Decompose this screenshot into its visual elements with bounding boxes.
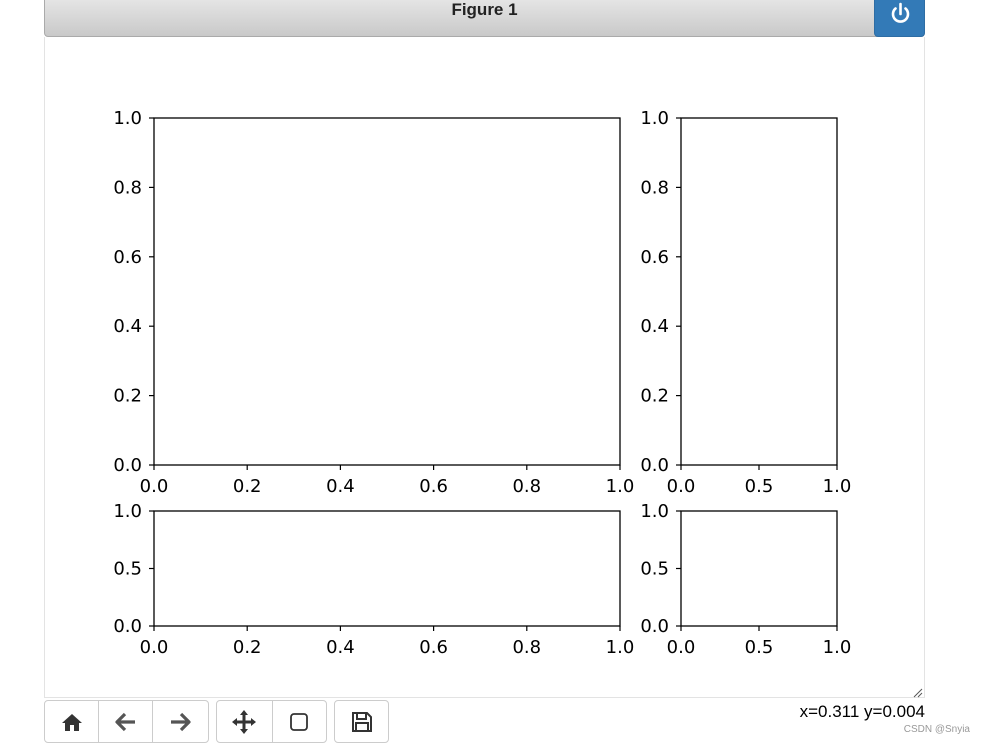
right-axes-ytick-label: 0.0 <box>640 455 669 476</box>
corner-axes-xtick-label: 0.0 <box>667 637 696 658</box>
right-axes-xtick-label: 1.0 <box>823 476 852 497</box>
move-icon <box>232 709 257 734</box>
save-icon <box>351 711 372 732</box>
main-axes-xtick-label: 1.0 <box>606 476 635 497</box>
bottom-axes-xtick-label: 0.8 <box>512 637 541 658</box>
bottom-axes-xtick-label: 0.2 <box>233 637 262 658</box>
main-axes-ytick-label: 0.2 <box>113 386 142 407</box>
zoom-button[interactable] <box>273 701 326 742</box>
bottom-axes-xtick-label: 0.6 <box>419 637 448 658</box>
right-axes-ytick-label: 0.8 <box>640 177 669 198</box>
corner-axes-ytick-label: 0.5 <box>640 559 669 580</box>
bottom-axes-frame <box>153 510 621 627</box>
arrow-left-icon <box>114 712 135 731</box>
right-axes-xtick-label: 0.5 <box>745 476 774 497</box>
right-axes-ytick-label: 0.4 <box>640 316 669 337</box>
pan-button[interactable] <box>217 701 273 742</box>
subplots-figure: 0.0 0.2 0.4 0.6 0.8 1.00.00.20.40.60.81.00.0 0… <box>113 108 852 658</box>
right-axes-ytick-label: 0.6 <box>640 247 669 268</box>
corner-axes-frame <box>680 510 838 627</box>
main-axes-ytick-label: 0.6 <box>113 247 142 268</box>
main-axes-xtick-label: 0.8 <box>512 476 541 497</box>
forward-button[interactable] <box>153 701 207 742</box>
save-button[interactable] <box>335 701 388 742</box>
interaction-toolbar-group <box>216 700 327 743</box>
home-icon <box>61 713 82 731</box>
main-axes-ytick-label: 0.0 <box>113 455 142 476</box>
main-axes-ytick-label: 0.4 <box>113 316 142 337</box>
main-axes-frame <box>153 117 621 466</box>
right-axes-frame <box>680 117 838 466</box>
corner-axes-xtick-label: 0.5 <box>745 637 774 658</box>
bottom-axes-xtick-label: 1.0 <box>606 637 635 658</box>
right-axes-xtick-label: 0.0 <box>667 476 696 497</box>
main-axes-ytick-label: 1.0 <box>113 108 142 129</box>
right-axes-ytick-label: 1.0 <box>640 108 669 129</box>
zoom-rect-icon <box>290 712 309 731</box>
right-axes-ytick-label: 0.2 <box>640 386 669 407</box>
back-button[interactable] <box>99 701 153 742</box>
watermark: CSDN @Snyia <box>903 724 970 735</box>
bottom-axes-xtick-label: 0.4 <box>326 637 355 658</box>
corner-axes-xtick-label: 1.0 <box>823 637 852 658</box>
save-toolbar-group <box>334 700 389 743</box>
main-axes-xtick-label: 0.6 <box>419 476 448 497</box>
main-axes-xtick-label: 0.0 <box>140 476 169 497</box>
main-axes-xtick-label: 0.2 <box>233 476 262 497</box>
navigation-toolbar-group <box>44 700 209 743</box>
arrow-right-icon <box>171 712 191 731</box>
resize-handle-icon[interactable] <box>911 686 923 698</box>
home-button[interactable] <box>45 701 99 742</box>
main-axes-ytick-label: 0.8 <box>113 177 142 198</box>
corner-axes-ytick-label: 1.0 <box>640 501 669 522</box>
cursor-coordinates: x=0.311 y=0.004 <box>799 702 925 721</box>
bottom-axes-ytick-label: 0.0 <box>113 616 142 637</box>
bottom-axes-ytick-label: 0.5 <box>113 559 142 580</box>
bottom-axes-xtick-label: 0.0 <box>140 637 169 658</box>
corner-axes-ytick-label: 0.0 <box>640 616 669 637</box>
bottom-axes-ytick-label: 1.0 <box>113 501 142 522</box>
main-axes-xtick-label: 0.4 <box>326 476 355 497</box>
